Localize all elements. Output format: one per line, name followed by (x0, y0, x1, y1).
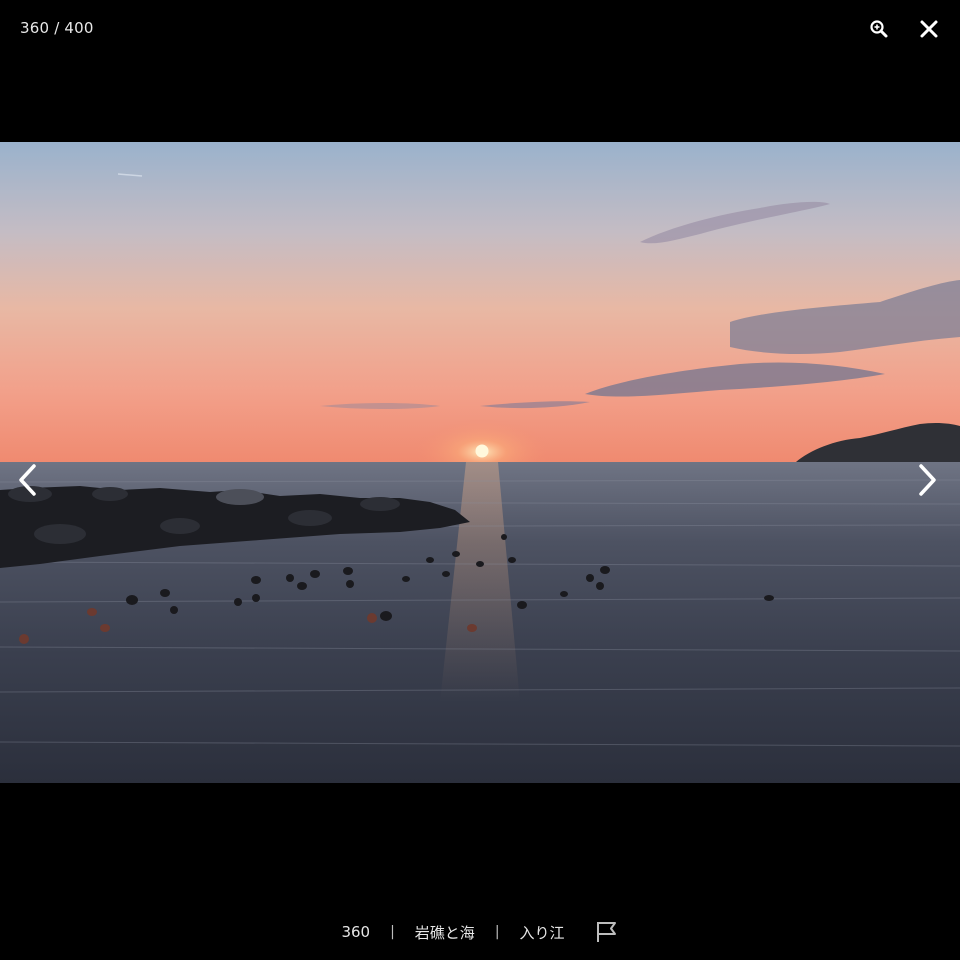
lightbox-viewer: 360 / 400 360 | 岩礁と海 | 入り江 (0, 0, 960, 960)
image-counter: 360 / 400 (20, 19, 94, 37)
sunset-sea-image (0, 142, 960, 783)
photo-title-link[interactable]: 岩礁と海 (415, 922, 475, 943)
category-link[interactable]: 入り江 (520, 922, 565, 943)
main-photo (0, 142, 960, 783)
caption-separator: | (494, 924, 500, 940)
flag-icon (596, 922, 616, 942)
chevron-right-icon (919, 464, 936, 496)
caption-bar: 360 | 岩礁と海 | 入り江 (0, 912, 960, 952)
zoom-in-icon (870, 20, 888, 38)
next-button[interactable] (905, 458, 949, 502)
caption-separator: | (390, 924, 395, 940)
report-button[interactable] (593, 919, 619, 945)
previous-button[interactable] (6, 458, 50, 502)
chevron-left-icon (19, 464, 36, 496)
photo-number: 360 (341, 923, 371, 941)
zoom-button[interactable] (864, 14, 894, 44)
close-icon (920, 20, 938, 38)
close-button[interactable] (914, 14, 944, 44)
